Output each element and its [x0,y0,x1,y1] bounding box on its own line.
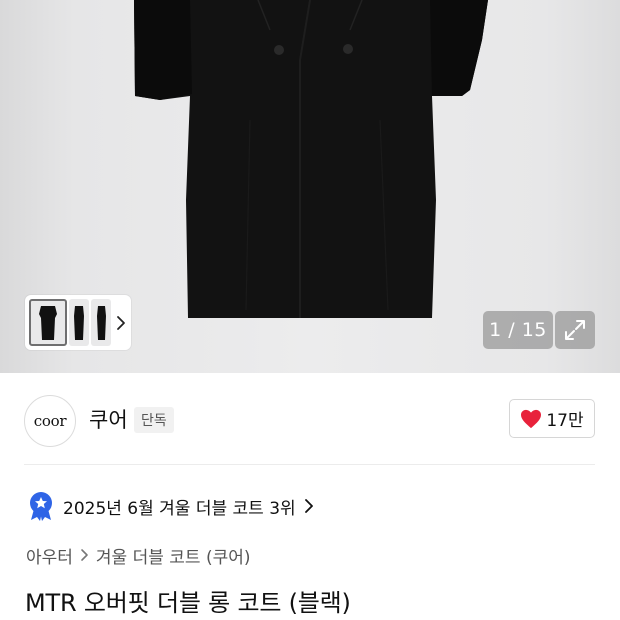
exclusive-badge: 단독 [134,407,174,433]
heart-icon [521,409,542,428]
breadcrumb-item-category[interactable]: 겨울 더블 코트 (쿠어) [96,543,251,568]
brand-row: coor 쿠어 단독 17만 [0,373,620,465]
ranking-text: 2025년 6월 겨울 더블 코트 3위 [63,498,296,519]
expand-button[interactable] [555,311,595,349]
expand-icon [565,320,585,340]
breadcrumb-separator [80,548,89,562]
thumbnail-back[interactable] [91,299,111,346]
like-count: 17만 [546,411,584,431]
chevron-right-icon [117,316,125,330]
chevron-right-icon [81,549,88,561]
product-image-gallery[interactable]: 1 / 15 [0,0,620,373]
brand-logo[interactable]: coor [24,395,76,447]
ranking-link[interactable]: 2025년 6월 겨울 더블 코트 3위 [28,491,314,521]
breadcrumb-item-outer[interactable]: 아우터 [26,543,73,568]
like-button[interactable]: 17만 [509,399,595,438]
thumbnail-front[interactable] [29,299,67,346]
ranking-chevron [304,498,314,514]
section-divider [24,464,595,465]
product-title: MTR 오버핏 더블 롱 코트 (블랙) [25,589,351,617]
ranking-badge-icon [30,492,52,521]
thumbnail-side[interactable] [69,299,89,346]
coat-thumbnail-icon [97,305,106,340]
coat-button [274,45,284,55]
brand-logo-text: coor [33,412,67,430]
image-counter: 1 / 15 [483,311,553,349]
breadcrumb: 아우터 겨울 더블 코트 (쿠어) [26,542,251,568]
coat-button [343,44,353,54]
chevron-right-icon [304,499,313,513]
coat-thumbnail-icon [39,305,57,340]
brand-name[interactable]: 쿠어 [89,404,128,434]
thumbnail-strip[interactable] [25,295,131,350]
coat-thumbnail-icon [74,305,84,340]
thumbnail-next-button[interactable] [113,309,129,337]
